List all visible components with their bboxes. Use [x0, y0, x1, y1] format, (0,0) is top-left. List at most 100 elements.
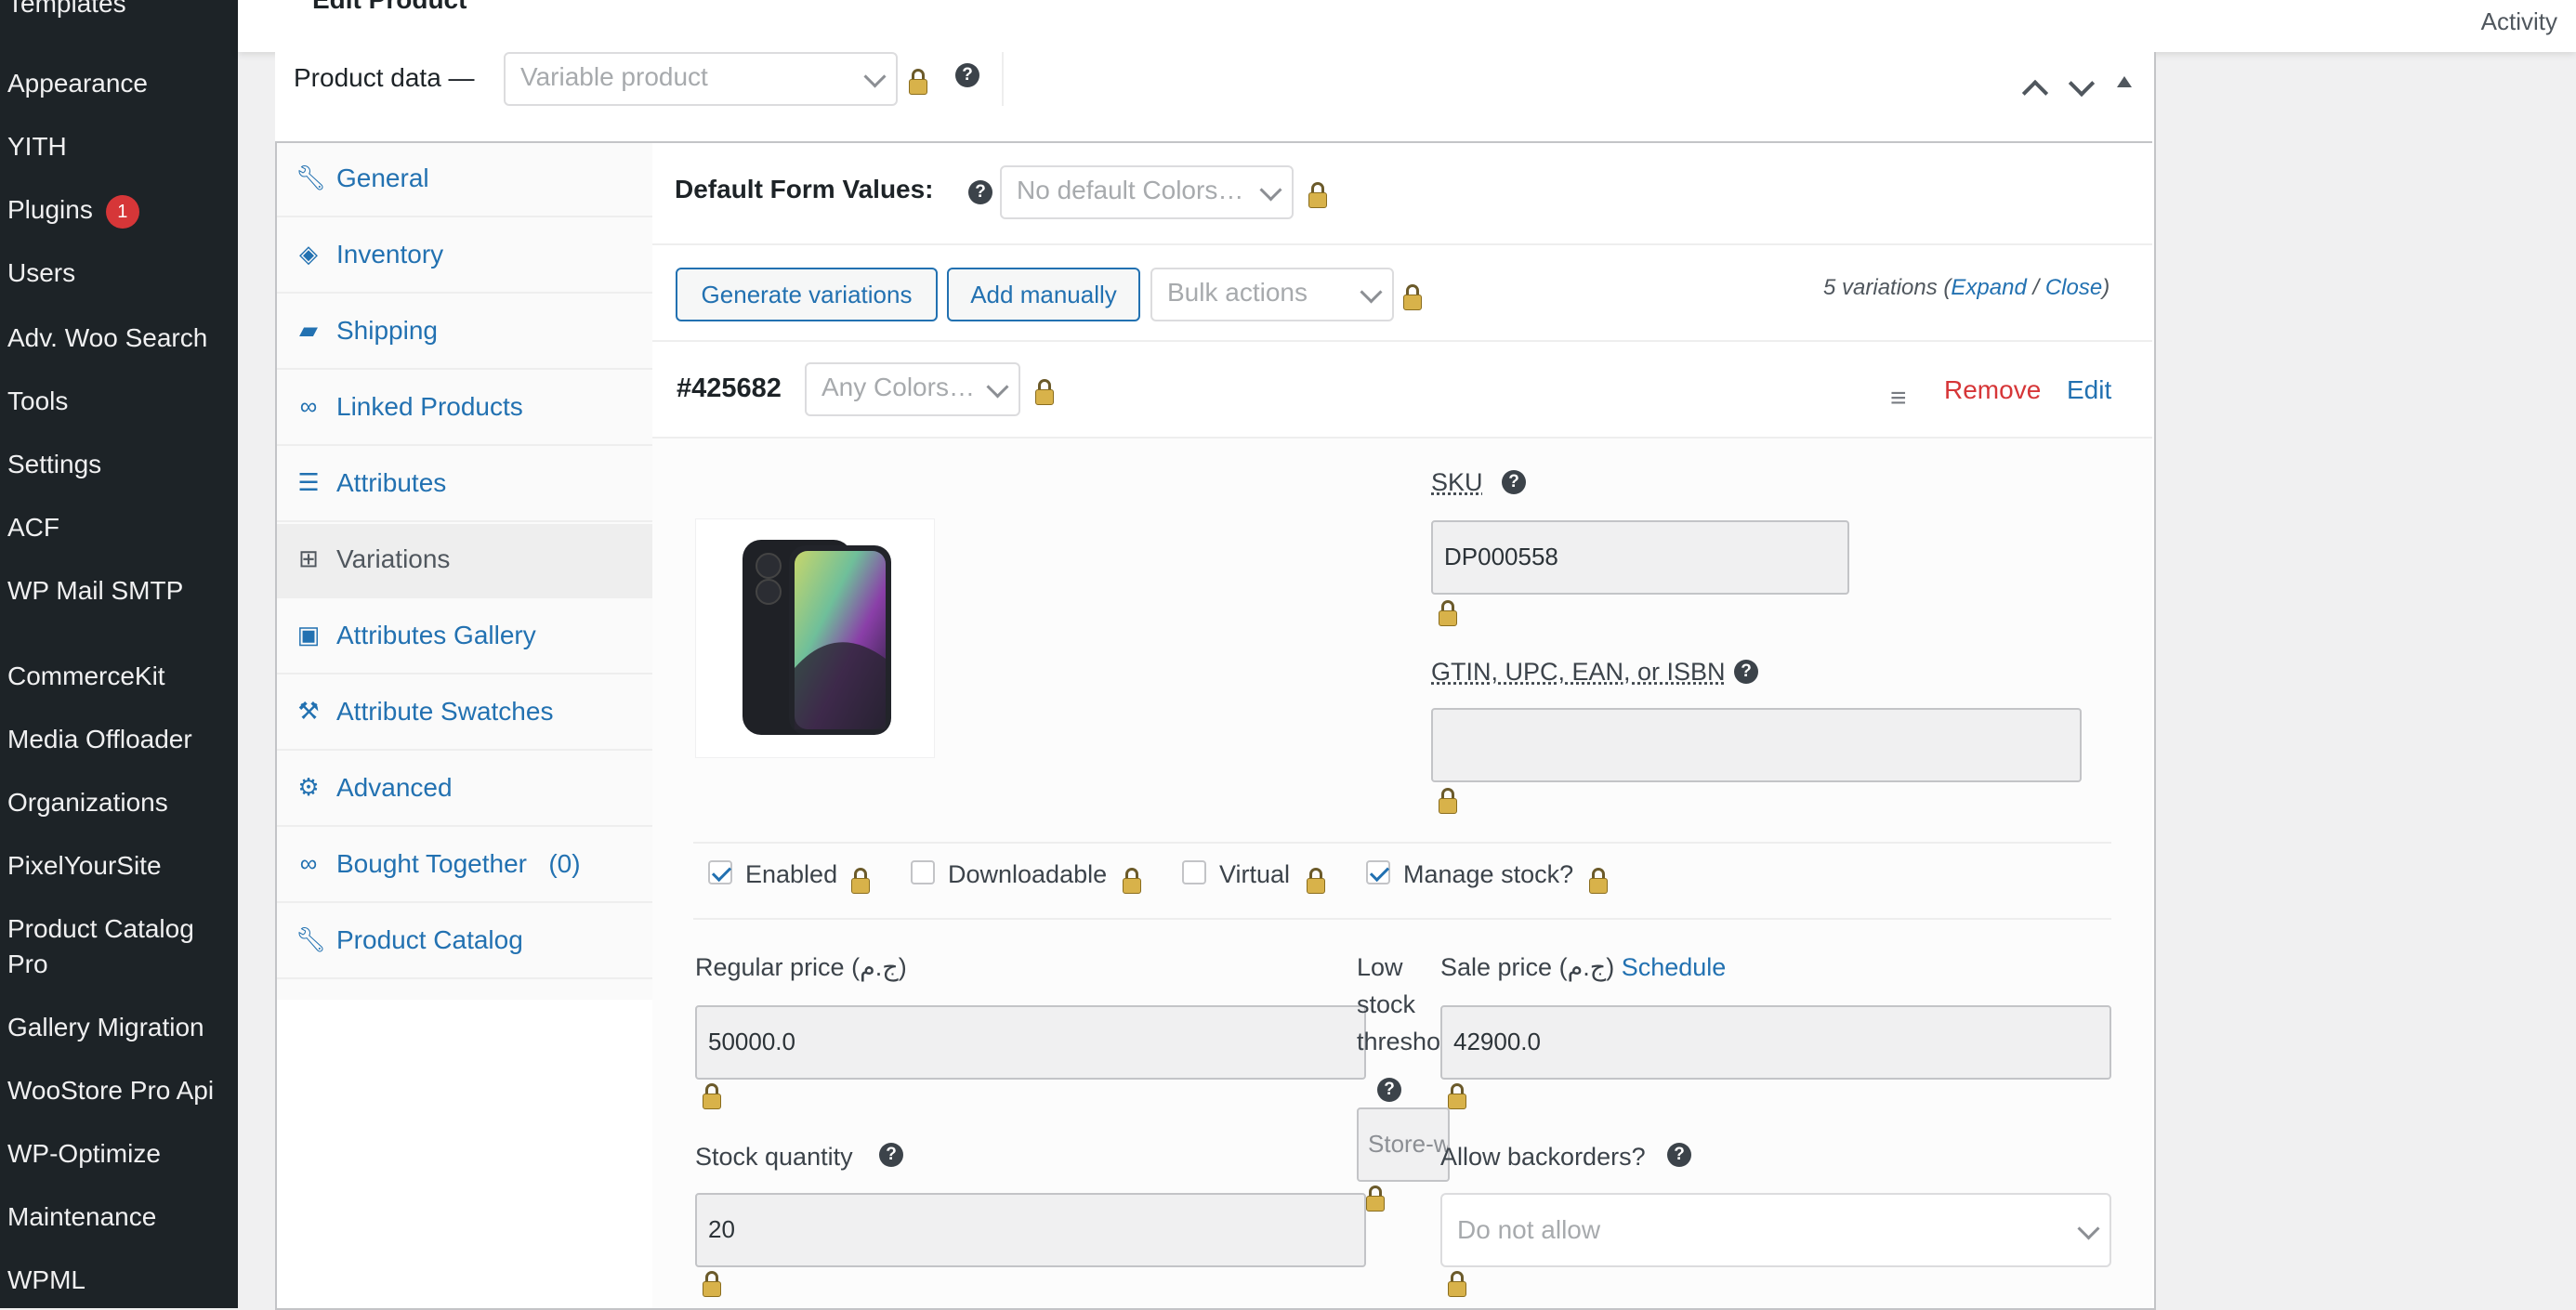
tab-bought-together[interactable]: ∞ Bought Together (0) [277, 829, 652, 903]
sidebar-item-settings[interactable]: Settings [7, 448, 101, 481]
sidebar-item-maintenance[interactable]: Maintenance [7, 1200, 156, 1234]
sidebar-item-organizations[interactable]: Organizations [7, 786, 168, 819]
sale-price-input[interactable]: 42900.0 [1440, 1005, 2111, 1080]
sale-price-label-text: Sale price (ج.م) [1440, 953, 1615, 981]
tab-label: Shipping [336, 316, 438, 345]
sidebar-item-product-catalog-pro[interactable]: Pro [7, 948, 48, 981]
sidebar-item-wpml[interactable]: WPML [7, 1264, 85, 1297]
virtual-checkbox[interactable] [1182, 860, 1206, 884]
divider [693, 842, 2111, 844]
activity-link[interactable]: Activity [2481, 7, 2557, 36]
bulk-actions-select[interactable]: Bulk actions [1150, 268, 1394, 321]
product-data-label: Product data — [294, 63, 475, 92]
help-icon[interactable]: ? [1734, 660, 1758, 684]
low-stock-threshold-input[interactable]: Store-wide threshold [1357, 1107, 1450, 1182]
lock-icon [909, 69, 927, 95]
lock-icon [1439, 600, 1457, 626]
generate-variations-button[interactable]: Generate variations [676, 268, 938, 321]
tab-general[interactable]: 🔧︎ General [277, 143, 652, 217]
close-link[interactable]: Close [2045, 275, 2102, 300]
sidebar-item-commercekit[interactable]: CommerceKit [7, 660, 165, 693]
default-form-values-label: Default Form Values: [675, 175, 934, 203]
move-up-icon[interactable] [2021, 79, 2049, 107]
sidebar-item-wp-mail-smtp[interactable]: WP Mail SMTP [7, 574, 183, 608]
edit-variation-link[interactable]: Edit [2067, 375, 2111, 405]
divider [652, 243, 2152, 245]
tab-shipping[interactable]: ▰ Shipping [277, 295, 652, 370]
sidebar-item-gallery-migration[interactable]: Gallery Migration [7, 1011, 204, 1044]
help-icon[interactable]: ? [1667, 1143, 1691, 1167]
tab-label: Advanced [336, 773, 453, 802]
backorders-select[interactable]: Do not allow [1440, 1193, 2111, 1267]
tab-advanced[interactable]: ⚙︎ Advanced [277, 753, 652, 827]
sku-label: SKU [1431, 468, 1483, 496]
sidebar-item-appearance[interactable]: Appearance [7, 67, 148, 100]
manage-stock-checkbox[interactable] [1366, 860, 1390, 884]
tab-attributes-gallery[interactable]: ▣ Attributes Gallery [277, 600, 652, 675]
schedule-link[interactable]: Schedule [1622, 953, 1727, 981]
sidebar-item-acf[interactable]: ACF [7, 511, 59, 544]
lock-icon [703, 1271, 721, 1297]
help-icon[interactable]: ? [1377, 1078, 1401, 1102]
gtin-input[interactable] [1431, 708, 2082, 782]
sidebar-item-yith[interactable]: YITH [7, 130, 67, 164]
move-down-icon[interactable] [2068, 70, 2096, 98]
divider [652, 340, 2152, 342]
sidebar-item-wp-optimize[interactable]: WP-Optimize [7, 1137, 161, 1171]
sidebar-item-woostore-pro-api[interactable]: WooStore Pro Api [7, 1074, 214, 1107]
update-count-badge: 1 [105, 194, 139, 229]
help-icon[interactable]: ? [1502, 470, 1526, 494]
enabled-checkbox[interactable] [708, 860, 732, 884]
sidebar-item-users[interactable]: Users [7, 256, 75, 290]
lock-icon [1035, 379, 1054, 405]
add-manually-button[interactable]: Add manually [947, 268, 1140, 321]
sidebar-item-product-catalog[interactable]: Product Catalog [7, 912, 194, 946]
variation-colors-select[interactable]: Any Colors… [805, 362, 1020, 416]
sidebar-item-templates[interactable]: Templates [7, 0, 126, 20]
tab-variations[interactable]: ⊞ Variations [277, 524, 652, 598]
tab-attribute-swatches[interactable]: ⚒︎ Attribute Swatches [277, 676, 652, 751]
sidebar-item-plugins[interactable]: Plugins 1 [7, 193, 139, 229]
sidebar-item-media-offloader[interactable]: Media Offloader [7, 723, 192, 756]
expand-link[interactable]: Expand [1951, 275, 2026, 300]
variation-colors-value: Any Colors… [821, 373, 975, 401]
sku-input[interactable]: DP000558 [1431, 520, 1849, 595]
tab-label: Bought Together (0) [336, 849, 581, 878]
help-icon[interactable]: ? [879, 1143, 903, 1167]
product-type-select[interactable]: Variable product [504, 52, 898, 106]
default-colors-select[interactable]: No default Colors… [1000, 165, 1294, 219]
chevron-down-icon [1360, 281, 1383, 304]
variation-image[interactable] [695, 518, 935, 758]
tab-label: Linked Products [336, 392, 523, 421]
divider [1002, 52, 1004, 106]
stock-quantity-label: Stock quantity [695, 1143, 853, 1171]
collapse-toggle-icon[interactable] [2117, 76, 2132, 87]
sidebar-item-adv-woo-search[interactable]: Adv. Woo Search [7, 321, 207, 355]
drag-handle-icon[interactable]: ≡ [1890, 383, 1907, 414]
lock-icon [851, 868, 870, 894]
image-icon: ▣ [296, 621, 321, 648]
tab-product-catalog[interactable]: 🔧︎ Product Catalog [277, 905, 652, 979]
separator: / [2032, 275, 2040, 300]
tab-attributes[interactable]: ☰ Attributes [277, 448, 652, 522]
downloadable-checkbox[interactable] [911, 860, 935, 884]
sidebar-item-label: Plugins [7, 195, 93, 224]
sidebar-item-pixelyoursite[interactable]: PixelYourSite [7, 849, 162, 883]
stock-quantity-input[interactable]: 20 [695, 1193, 1366, 1267]
tab-linked-products[interactable]: ∞ Linked Products [277, 372, 652, 446]
lock-icon [1439, 788, 1457, 814]
truck-icon: ▰ [299, 316, 318, 344]
tab-inventory[interactable]: ◈ Inventory [277, 219, 652, 294]
remove-variation-link[interactable]: Remove [1944, 375, 2041, 405]
help-icon[interactable]: ? [955, 63, 979, 87]
tag-icon: ◈ [299, 240, 318, 268]
link-icon: ∞ [299, 849, 318, 877]
lock-icon [1308, 182, 1327, 208]
lock-icon [1403, 284, 1422, 310]
sale-price-label: Sale price (ج.م) Schedule [1440, 953, 1726, 982]
regular-price-input[interactable]: 50000.0 [695, 1005, 1366, 1080]
sidebar-item-tools[interactable]: Tools [7, 385, 68, 418]
manage-stock-label: Manage stock? [1403, 860, 1574, 888]
help-icon[interactable]: ? [968, 180, 992, 204]
tab-label: Inventory [336, 240, 444, 269]
